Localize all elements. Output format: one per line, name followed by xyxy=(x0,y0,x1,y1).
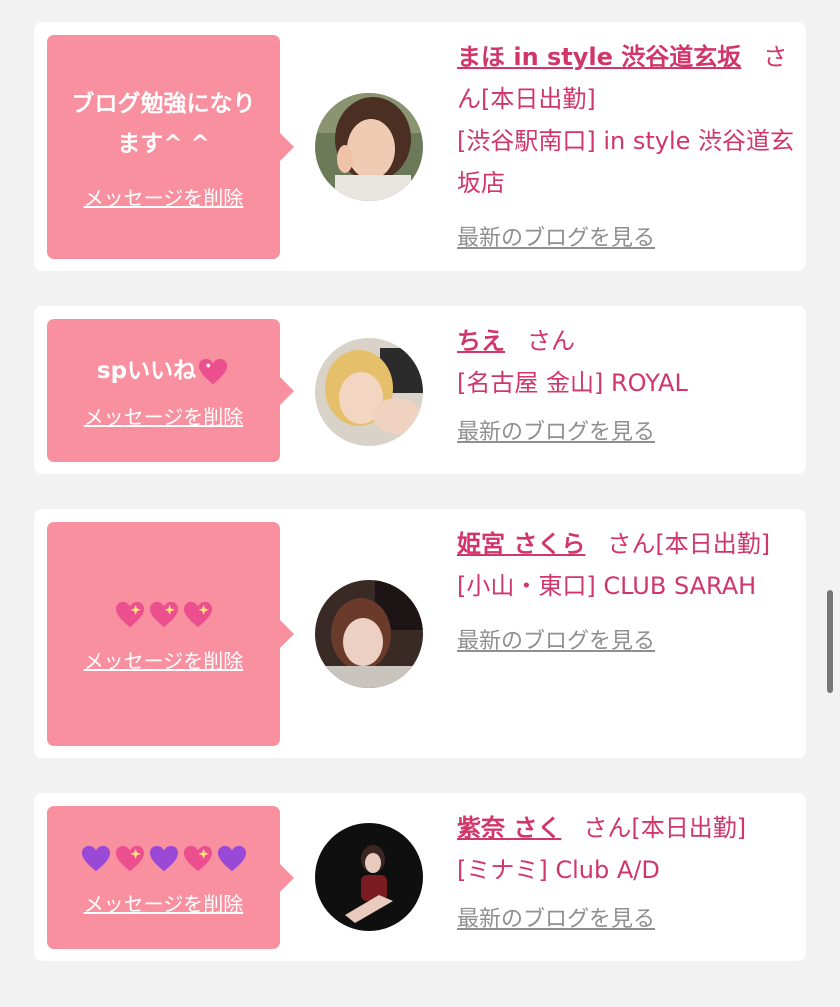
shop-info: [小山・東口] CLUB SARAH xyxy=(457,572,757,600)
delete-message-link[interactable]: メッセージを削除 xyxy=(84,182,244,211)
sparkling-heart-icon xyxy=(149,600,179,630)
shop-info: [名古屋 金山] ROYAL xyxy=(457,369,688,397)
avatar[interactable] xyxy=(315,338,423,446)
message-icons xyxy=(113,595,215,635)
message-bubble: メッセージを削除 xyxy=(47,806,294,949)
purple-heart-icon xyxy=(149,844,179,874)
avatar[interactable] xyxy=(315,93,423,201)
sparkling-heart-icon xyxy=(183,844,213,874)
profile-info: まほ in style 渋谷道玄坂 さん[本日出勤] [渋谷駅南口] in sty… xyxy=(457,36,797,260)
profile-photo-icon xyxy=(315,338,423,446)
message-text: spいいね xyxy=(97,351,230,391)
scrollbar[interactable] xyxy=(827,590,833,693)
message-bubble: メッセージを削除 xyxy=(47,522,294,746)
profile-info: 姫宮 さくら さん[本日出勤] [小山・東口] CLUB SARAH 最新のブログ… xyxy=(457,523,797,663)
profile-info: ちえ さん [名古屋 金山] ROYAL 最新のブログを見る xyxy=(457,320,797,454)
name-link[interactable]: ちえ xyxy=(457,327,505,355)
name-link[interactable]: 姫宮 さくら xyxy=(457,530,585,558)
name-suffix: さん[本日出勤] xyxy=(607,530,771,558)
latest-blog-link[interactable]: 最新のブログを見る xyxy=(457,899,655,941)
message-text-label: spいいね xyxy=(96,358,197,384)
sparkling-heart-icon xyxy=(183,600,213,630)
sparkling-heart-icon xyxy=(198,357,228,387)
avatar[interactable] xyxy=(315,823,423,931)
delete-message-link[interactable]: メッセージを削除 xyxy=(84,888,244,917)
message-card: メッセージを削除 紫奈 さく さん[本日出勤] [ミナミ] Club A/D 最新… xyxy=(34,793,806,961)
shop-info: [ミナミ] Club A/D xyxy=(457,856,660,884)
name-suffix: さん[本日出勤] xyxy=(583,814,747,842)
profile-photo-icon xyxy=(315,580,423,688)
profile-info: 紫奈 さく さん[本日出勤] [ミナミ] Club A/D 最新のブログを見る xyxy=(457,807,797,941)
sparkling-heart-icon xyxy=(115,600,145,630)
shop-info: [渋谷駅南口] in style 渋谷道玄坂店 xyxy=(457,127,795,197)
profile-photo-icon xyxy=(315,823,423,931)
latest-blog-link[interactable]: 最新のブログを見る xyxy=(457,218,655,260)
sparkling-heart-icon xyxy=(115,844,145,874)
purple-heart-icon xyxy=(81,844,111,874)
message-icons xyxy=(79,838,249,878)
name-suffix: さん xyxy=(527,327,575,355)
latest-blog-link[interactable]: 最新のブログを見る xyxy=(457,412,655,454)
avatar[interactable] xyxy=(315,580,423,688)
message-bubble: ブログ勉強になります^ ^ メッセージを削除 xyxy=(47,35,294,259)
name-link[interactable]: まほ in style 渋谷道玄坂 xyxy=(457,43,741,71)
purple-heart-icon xyxy=(217,844,247,874)
latest-blog-link[interactable]: 最新のブログを見る xyxy=(457,621,655,663)
message-bubble: spいいね メッセージを削除 xyxy=(47,319,294,462)
message-text: ブログ勉強になります^ ^ xyxy=(71,90,256,157)
message-card: メッセージを削除 姫宮 さくら さん[本日出勤] [小山・東口] CLUB SAR… xyxy=(34,509,806,758)
delete-message-link[interactable]: メッセージを削除 xyxy=(84,645,244,674)
profile-photo-icon xyxy=(315,93,423,201)
message-card: ブログ勉強になります^ ^ メッセージを削除 まほ in style 渋谷道玄坂… xyxy=(34,22,806,271)
delete-message-link[interactable]: メッセージを削除 xyxy=(84,401,244,430)
name-link[interactable]: 紫奈 さく xyxy=(457,814,561,842)
message-card: spいいね メッセージを削除 ちえ さん [名古屋 金山] ROYAL 最新のブロ… xyxy=(34,306,806,474)
